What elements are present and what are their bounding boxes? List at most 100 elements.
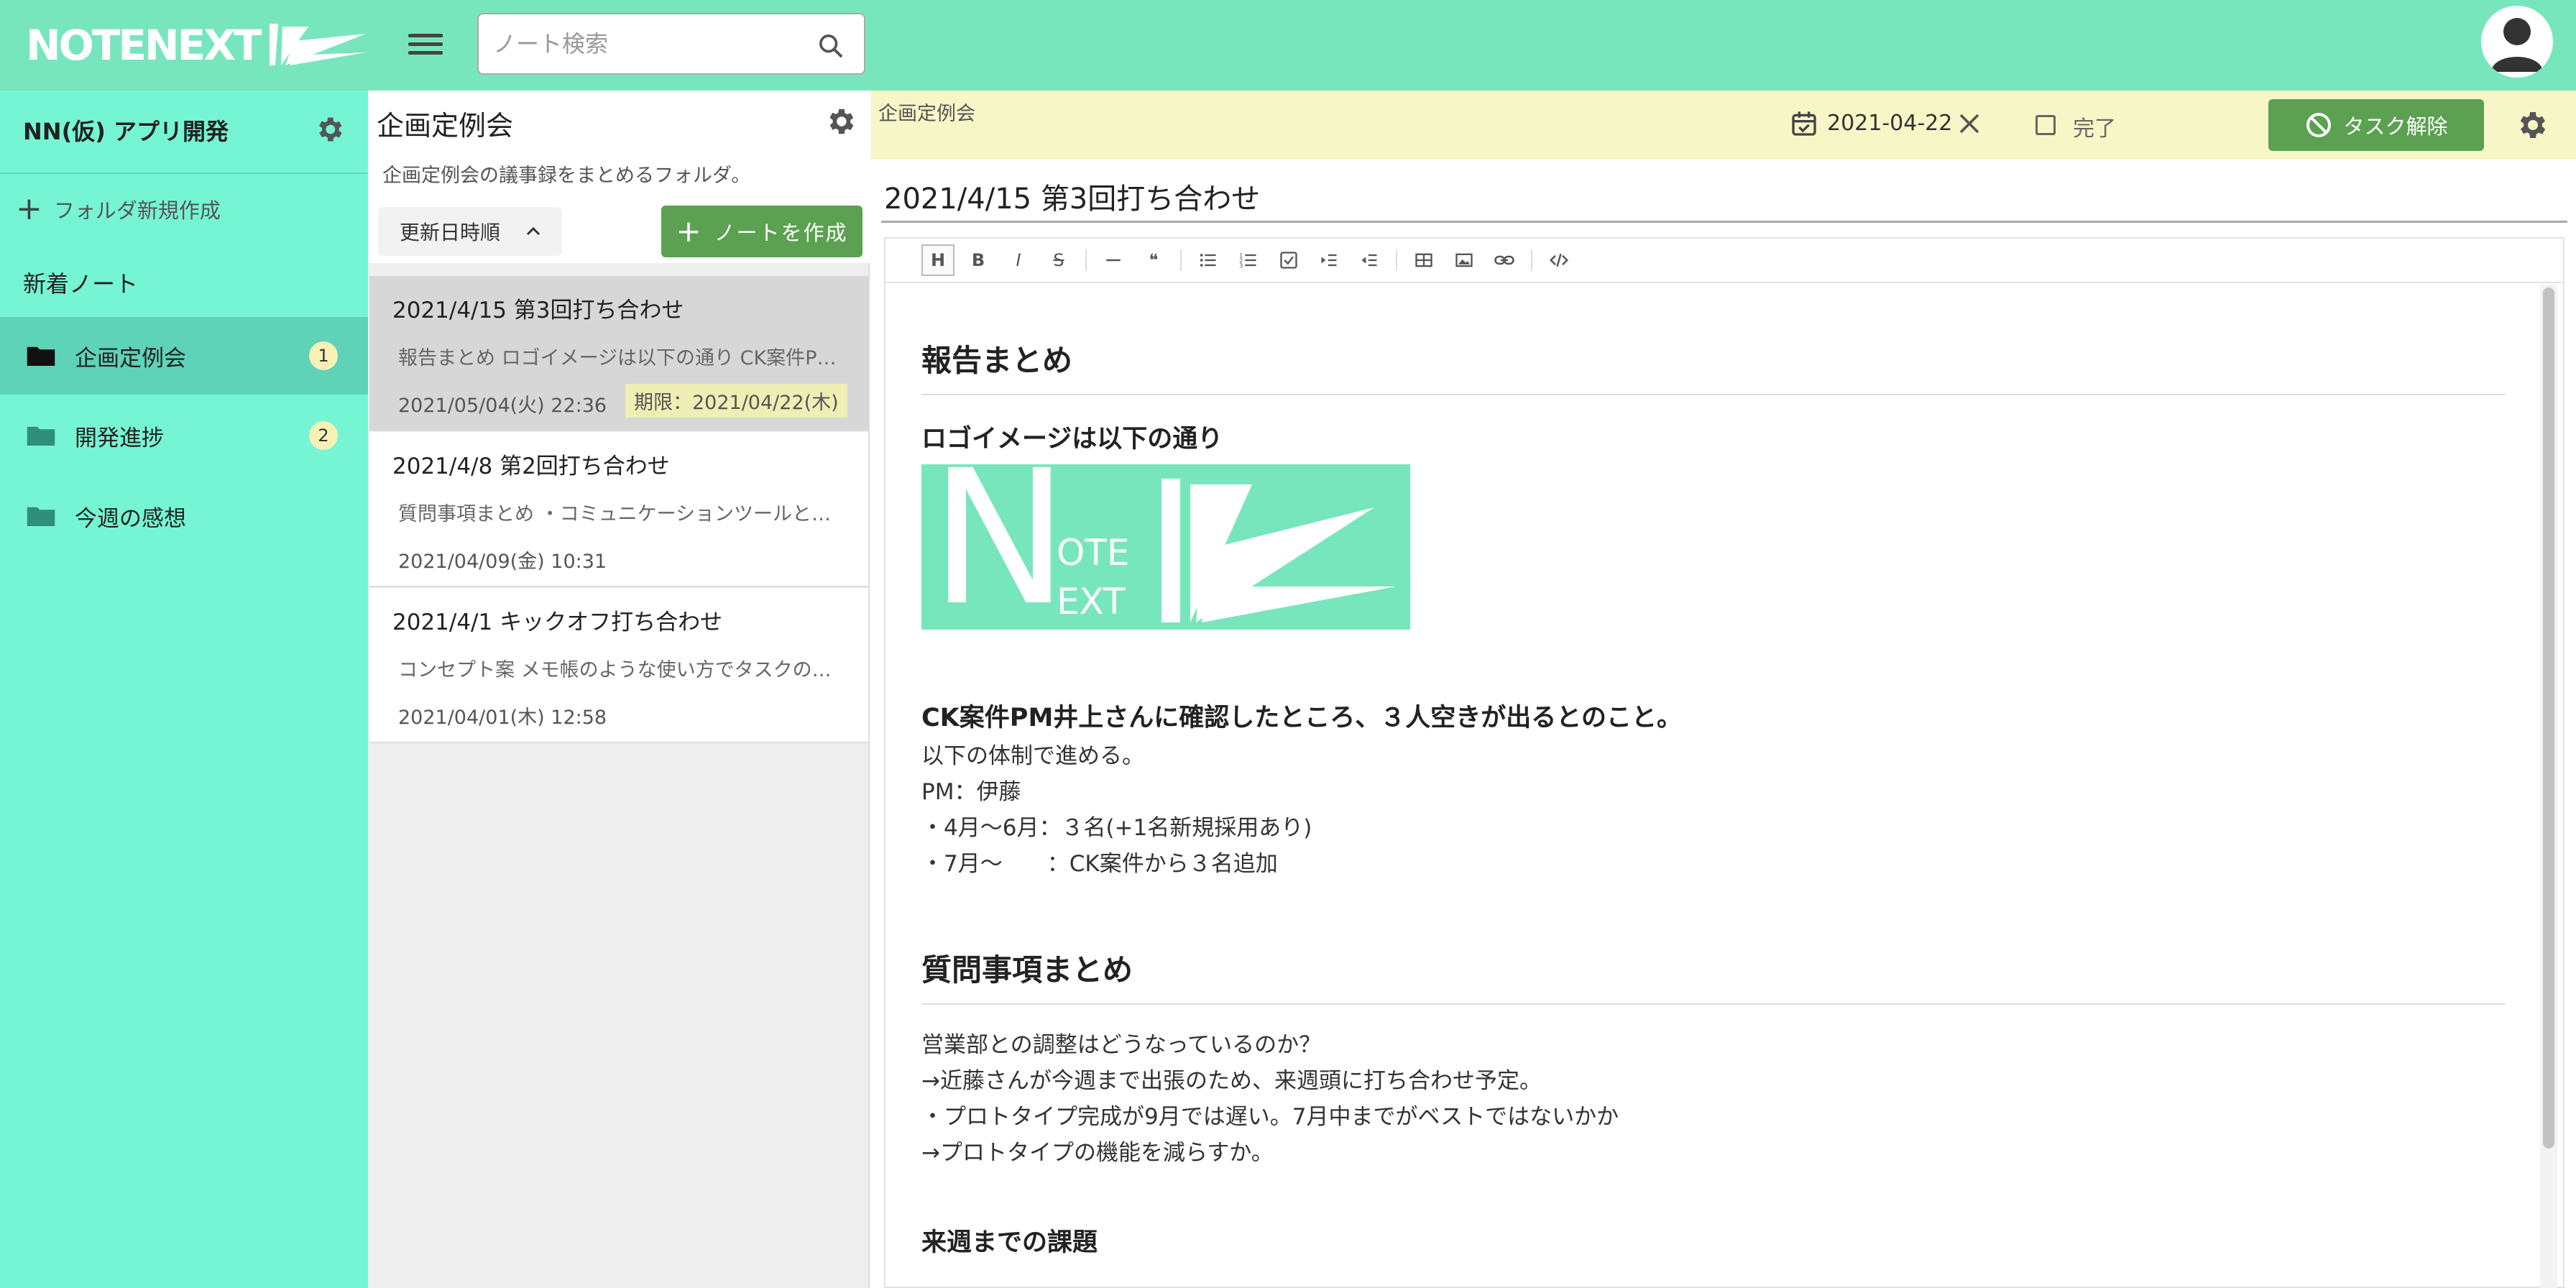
content-paragraph: ・プロトタイプ完成が9月では遅い。7月中までがベストではないかか: [921, 1104, 1619, 1130]
chevron-up-icon: [526, 226, 540, 236]
note-title: 2021/4/8 第2回打ち合わせ: [392, 454, 670, 479]
menu-icon[interactable]: [408, 29, 443, 60]
content-paragraph: ・7月〜 ：CK案件から３名追加: [921, 851, 1278, 877]
editor-content[interactable]: 報告まとめ ロゴイメージは以下の通り N OTE EXT CK案件PM井上さんに…: [884, 282, 2564, 1288]
avatar-icon: [2491, 18, 2543, 72]
new-folder-button[interactable]: + フォルダ新規作成: [16, 190, 221, 227]
scrollbar-thumb[interactable]: [2543, 288, 2554, 1149]
content-paragraph: →近藤さんが今週まで出張のため、来週頭に打ち合わせ予定。: [921, 1068, 1542, 1094]
note-preview: 質問事項まとめ ・コミュニケーションツールとしての位置付け: [398, 503, 844, 525]
bullet-list-button[interactable]: [1192, 244, 1225, 276]
create-note-button[interactable]: + ノートを作成: [661, 206, 862, 257]
content-subheading: ロゴイメージは以下の通り: [921, 425, 1223, 454]
plus-icon: +: [16, 190, 42, 227]
code-icon: [1549, 253, 1569, 267]
search-icon[interactable]: [816, 32, 845, 60]
note-preview: コンセプト案 メモ帳のような使い方でタスクの管理ができる: [398, 659, 844, 681]
sort-label: 更新日時順: [400, 221, 501, 244]
quote-button[interactable]: ❝: [1137, 244, 1170, 276]
heading-button[interactable]: H: [921, 244, 954, 276]
toolbar-divider: [1180, 249, 1182, 271]
table-button[interactable]: [1407, 244, 1440, 276]
outdent-button[interactable]: [1353, 244, 1386, 276]
editor-toolbar: H B I S ❝ 123: [884, 237, 2564, 282]
folder-label: 企画定例会: [75, 345, 186, 372]
logo-rays-icon: [270, 24, 367, 65]
due-date[interactable]: 2021-04-22: [1827, 111, 1952, 136]
new-notes-link[interactable]: 新着ノート: [23, 266, 138, 299]
image-icon: [1455, 253, 1473, 267]
link-button[interactable]: [1488, 244, 1521, 276]
folder-description: 企画定例会の議事録をまとめるフォルダ。: [382, 165, 751, 187]
indent-icon: [1321, 254, 1337, 267]
note-date: 2021/04/09(金) 10:31: [398, 551, 607, 573]
content-paragraph: 営業部との調整はどうなっているのか？: [921, 1032, 1322, 1058]
italic-button[interactable]: I: [1002, 244, 1035, 276]
sidebar-item-folder[interactable]: 企画定例会 1: [0, 317, 368, 395]
sidebar-item-folder[interactable]: 開発進捗 2: [0, 397, 368, 474]
gear-icon[interactable]: [2514, 108, 2549, 142]
note-list-item[interactable]: 2021/4/15 第3回打ち合わせ 報告まとめ ロゴイメージは以下の通り CK…: [369, 276, 868, 431]
logo-image: N OTE EXT: [921, 464, 1410, 630]
gear-icon[interactable]: [824, 105, 857, 138]
note-title-input[interactable]: 2021/4/15 第3回打ち合わせ: [881, 175, 2567, 223]
toolbar-divider: [1396, 249, 1397, 271]
deadline-badge: 期限：2021/04/22(木): [625, 384, 847, 418]
table-icon: [1415, 253, 1432, 267]
note-list-item[interactable]: 2021/4/1 キックオフ打ち合わせ コンセプト案 メモ帳のような使い方でタス…: [369, 588, 868, 743]
project-title: NN(仮) アプリ開発: [23, 118, 229, 145]
note-title: 2021/4/1 キックオフ打ち合わせ: [392, 610, 723, 635]
avatar[interactable]: [2481, 6, 2553, 78]
strike-button[interactable]: S: [1042, 244, 1075, 276]
app-logo[interactable]: NOTENEXT: [26, 20, 367, 70]
content-heading: 質問事項まとめ: [921, 952, 1133, 988]
note-list-item[interactable]: 2021/4/8 第2回打ち合わせ 質問事項まとめ ・コミュニケーションツールと…: [369, 432, 868, 587]
content-paragraph: PM：伊藤: [921, 779, 1021, 805]
folder-icon: [27, 426, 55, 446]
task-list-icon: [1280, 252, 1297, 269]
outdent-icon: [1361, 254, 1377, 267]
note-preview: 報告まとめ ロゴイメージは以下の通り CK案件PM井上さんに確認したところ: [398, 347, 844, 369]
gear-icon[interactable]: [313, 114, 345, 145]
folder-icon: [27, 346, 55, 366]
quote-icon: ❝: [1149, 250, 1159, 270]
bold-button[interactable]: B: [962, 244, 995, 276]
ordered-list-button[interactable]: 123: [1232, 244, 1265, 276]
heading-glyph: H: [930, 250, 946, 270]
search-input[interactable]: [493, 26, 802, 62]
sort-button[interactable]: 更新日時順: [378, 207, 562, 256]
release-task-button[interactable]: タスク解除: [2268, 99, 2484, 151]
logo-image-letter-n: N: [930, 464, 1069, 630]
logo-image-ext: EXT: [1057, 581, 1126, 622]
close-icon[interactable]: [1956, 111, 1982, 137]
calendar-check-icon[interactable]: [1790, 109, 1818, 138]
svg-text:3: 3: [1239, 262, 1243, 270]
indent-button[interactable]: [1312, 244, 1346, 276]
done-checkbox[interactable]: [2036, 115, 2056, 135]
heading-rule: [921, 1003, 2506, 1005]
code-button[interactable]: [1542, 244, 1576, 276]
folder-title: 企画定例会: [377, 110, 514, 142]
note-date: 2021/05/04(火) 22:36: [398, 395, 607, 417]
search-box: [477, 13, 865, 75]
sidebar-item-folder[interactable]: 今週の感想: [0, 477, 368, 555]
logo-image-ote: OTE: [1057, 532, 1130, 574]
content-paragraph: 以下の体制で進める。: [921, 743, 1144, 769]
hr-icon: [1106, 259, 1121, 262]
note-title: 2021/4/15 第3回打ち合わせ: [392, 298, 684, 323]
content-paragraph: →プロトタイプの機能を減らすか。: [921, 1140, 1274, 1166]
toolbar-divider: [1531, 249, 1532, 271]
folder-label: 今週の感想: [75, 505, 186, 532]
image-button[interactable]: [1448, 244, 1481, 276]
create-note-label: ノートを作成: [714, 221, 848, 245]
plus-icon: +: [676, 213, 703, 249]
ordered-list-icon: 123: [1239, 252, 1256, 270]
hr-button[interactable]: [1097, 244, 1130, 276]
task-list-button[interactable]: [1272, 244, 1305, 276]
heading-rule: [921, 394, 2506, 395]
bullet-list-icon: [1200, 254, 1216, 267]
folder-label: 開発進捗: [75, 425, 164, 451]
folder-icon: [27, 507, 55, 526]
top-bar: [0, 0, 2576, 91]
breadcrumb[interactable]: 企画定例会: [878, 98, 975, 126]
